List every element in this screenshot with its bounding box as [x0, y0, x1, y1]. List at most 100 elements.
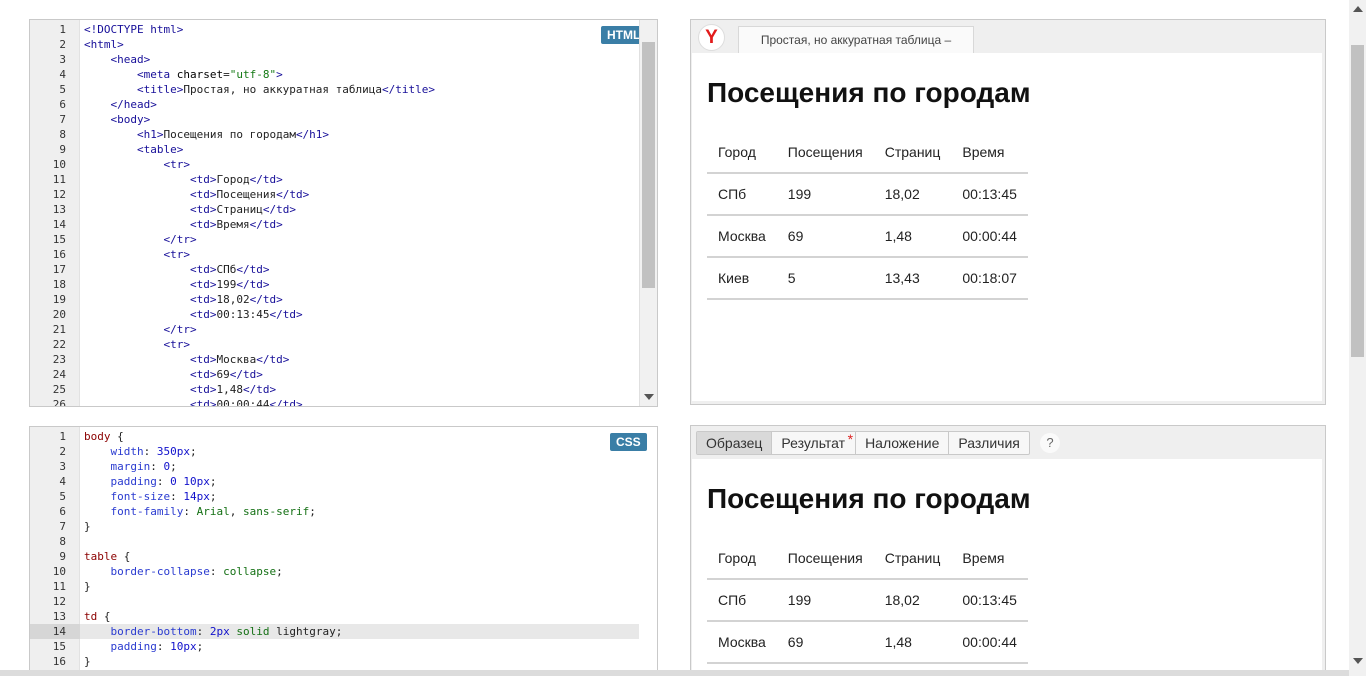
code-text[interactable]: } — [84, 579, 91, 594]
code-text[interactable]: <td>Страниц</td> — [84, 202, 296, 217]
html-line[interactable]: 8 <h1>Посещения по городам</h1> — [30, 127, 639, 142]
css-editor[interactable]: 1 body {2 width: 350px; 3 margin: 0; 4 padd… — [29, 426, 658, 676]
code-text[interactable]: <body> — [84, 112, 151, 127]
tab-sample[interactable]: Образец — [697, 432, 773, 454]
html-line[interactable]: 14 <td>Время</td> — [30, 217, 639, 232]
html-line[interactable]: 7 <body> — [30, 112, 639, 127]
html-line[interactable]: 4 <meta charset="utf-8"> — [30, 67, 639, 82]
tab-overlay[interactable]: Наложение — [856, 432, 950, 454]
code-text[interactable]: <td>Время</td> — [84, 217, 283, 232]
css-line[interactable]: 6 font-family: Arial, sans-serif; — [30, 504, 639, 519]
help-button[interactable]: ? — [1040, 433, 1060, 453]
code-text[interactable]: <td>00:13:45</td> — [84, 307, 303, 322]
html-line[interactable]: 16 <tr> — [30, 247, 639, 262]
html-line[interactable]: 24 <td>69</td> — [30, 367, 639, 382]
code-text[interactable]: <td>Город</td> — [84, 172, 283, 187]
html-line[interactable]: 5 <title>Простая, но аккуратная таблица<… — [30, 82, 639, 97]
horizontal-scrollbar[interactable] — [0, 670, 1349, 676]
html-line[interactable]: 17 <td>СПб</td> — [30, 262, 639, 277]
css-line[interactable]: 3 margin: 0; — [30, 459, 639, 474]
html-line[interactable]: 13 <td>Страниц</td> — [30, 202, 639, 217]
code-text[interactable]: padding: 0 10px; — [84, 474, 217, 489]
code-text[interactable]: <!DOCTYPE html> — [84, 22, 183, 37]
tab-diff[interactable]: Различия — [949, 432, 1028, 454]
code-text[interactable]: padding: 10px; — [84, 639, 204, 654]
css-code[interactable]: 1 body {2 width: 350px; 3 margin: 0; 4 padd… — [30, 429, 639, 669]
code-text[interactable]: <h1>Посещения по городам</h1> — [84, 127, 329, 142]
code-text[interactable]: font-size: 14px; — [84, 489, 217, 504]
html-line[interactable]: 6 </head> — [30, 97, 639, 112]
html-line[interactable]: 21 </tr> — [30, 322, 639, 337]
code-text[interactable]: <td>1,48</td> — [84, 382, 276, 397]
html-line[interactable]: 1 <!DOCTYPE html> — [30, 22, 639, 37]
tab-result[interactable]: Результат * — [772, 431, 857, 454]
browser-tab[interactable]: Простая, но аккуратная таблица – — [738, 26, 974, 53]
scroll-down-icon[interactable] — [644, 394, 654, 400]
code-text[interactable]: border-collapse: collapse; — [84, 564, 283, 579]
code-text[interactable]: <tr> — [84, 157, 190, 172]
window-scrollbar[interactable] — [1349, 0, 1366, 676]
code-text[interactable]: </tr> — [84, 322, 196, 337]
code-text[interactable]: <table> — [84, 142, 183, 157]
code-text[interactable]: <meta charset="utf-8"> — [84, 67, 283, 82]
css-line[interactable]: 14 border-bottom: 2px solid lightgray; — [30, 624, 639, 639]
code-text[interactable]: <td>Посещения</td> — [84, 187, 309, 202]
html-line[interactable]: 10 <tr> — [30, 157, 639, 172]
code-text[interactable]: <td>Москва</td> — [84, 352, 289, 367]
code-text[interactable]: <td>СПб</td> — [84, 262, 270, 277]
code-text[interactable]: } — [84, 519, 91, 534]
css-line[interactable]: 12 — [30, 594, 639, 609]
html-line[interactable]: 12 <td>Посещения</td> — [30, 187, 639, 202]
code-text[interactable]: } — [84, 654, 91, 669]
css-line[interactable]: 2 width: 350px; — [30, 444, 639, 459]
code-text[interactable]: <td>69</td> — [84, 367, 263, 382]
code-text[interactable]: </tr> — [84, 232, 196, 247]
css-line[interactable]: 11} — [30, 579, 639, 594]
html-editor-scrollbar[interactable] — [639, 20, 657, 406]
html-line[interactable]: 19 <td>18,02</td> — [30, 292, 639, 307]
code-text[interactable]: margin: 0; — [84, 459, 177, 474]
html-scroll-thumb[interactable] — [642, 42, 655, 288]
css-line[interactable]: 8 — [30, 534, 639, 549]
scroll-up-icon[interactable] — [1353, 6, 1363, 12]
code-text[interactable]: body { — [84, 429, 124, 444]
html-line[interactable]: 22 <tr> — [30, 337, 639, 352]
css-line[interactable]: 16} — [30, 654, 639, 669]
css-line[interactable]: 5 font-size: 14px; — [30, 489, 639, 504]
code-text[interactable]: <tr> — [84, 247, 190, 262]
scroll-down-icon[interactable] — [1353, 658, 1363, 664]
code-text[interactable]: font-family: Arial, sans-serif; — [84, 504, 316, 519]
html-line[interactable]: 25 <td>1,48</td> — [30, 382, 639, 397]
css-line[interactable]: 1 body { — [30, 429, 639, 444]
css-line[interactable]: 4 padding: 0 10px; — [30, 474, 639, 489]
code-text[interactable]: <html> — [84, 37, 124, 52]
html-line[interactable]: 11 <td>Город</td> — [30, 172, 639, 187]
css-line[interactable]: 7} — [30, 519, 639, 534]
code-text[interactable]: <head> — [84, 52, 151, 67]
html-line[interactable]: 2 <html> — [30, 37, 639, 52]
code-text[interactable]: <td>199</td> — [84, 277, 270, 292]
code-text[interactable]: <td>00:00:44</td> — [84, 397, 303, 406]
html-line[interactable]: 26 <td>00:00:44</td> — [30, 397, 639, 406]
css-line[interactable]: 15 padding: 10px; — [30, 639, 639, 654]
html-code[interactable]: 1 <!DOCTYPE html> 2 <html> 3 <head> 4 <meta c… — [30, 22, 639, 406]
html-line[interactable]: 18 <td>199</td> — [30, 277, 639, 292]
code-text[interactable]: td { — [84, 609, 111, 624]
html-editor[interactable]: 1 <!DOCTYPE html> 2 <html> 3 <head> 4 <meta c… — [29, 19, 658, 407]
window-scroll-thumb[interactable] — [1351, 45, 1364, 357]
html-line[interactable]: 3 <head> — [30, 52, 639, 67]
code-text[interactable]: <title>Простая, но аккуратная таблица</t… — [84, 82, 435, 97]
code-text[interactable]: table { — [84, 549, 130, 564]
code-text[interactable]: border-bottom: 2px solid lightgray; — [84, 624, 343, 639]
code-text[interactable]: <td>18,02</td> — [84, 292, 283, 307]
html-line[interactable]: 15 </tr> — [30, 232, 639, 247]
code-text[interactable]: <tr> — [84, 337, 190, 352]
css-line[interactable]: 13 td { — [30, 609, 639, 624]
html-line[interactable]: 9 <table> — [30, 142, 639, 157]
css-line[interactable]: 9 table { — [30, 549, 639, 564]
code-text[interactable]: </head> — [84, 97, 157, 112]
code-text[interactable]: width: 350px; — [84, 444, 197, 459]
yandex-logo-icon[interactable]: Y — [698, 24, 725, 51]
html-line[interactable]: 20 <td>00:13:45</td> — [30, 307, 639, 322]
css-line[interactable]: 10 border-collapse: collapse; — [30, 564, 639, 579]
